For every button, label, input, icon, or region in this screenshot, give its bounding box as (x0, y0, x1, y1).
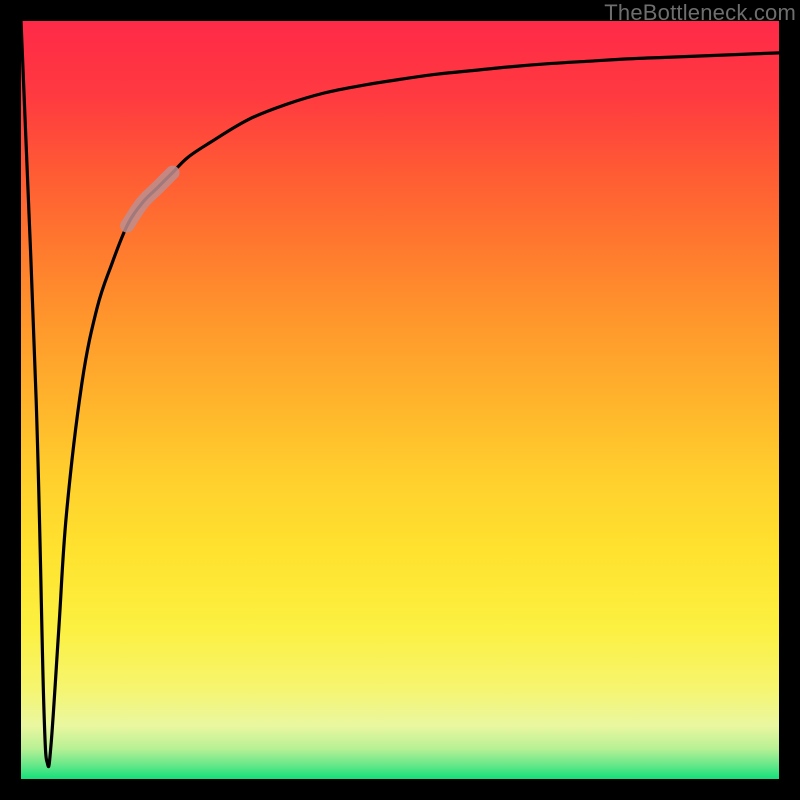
curve-layer (21, 21, 779, 779)
bottleneck-curve (21, 21, 779, 767)
chart-frame: TheBottleneck.com (0, 0, 800, 800)
bottleneck-curve-highlight (127, 173, 172, 226)
